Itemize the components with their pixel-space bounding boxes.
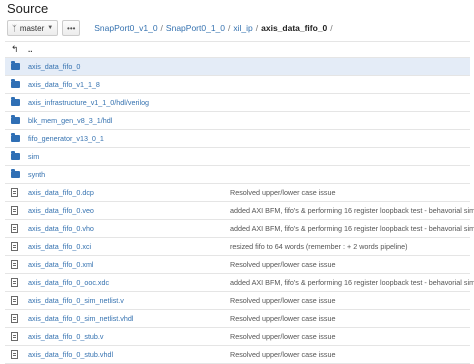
file-icon (11, 314, 21, 323)
file-link[interactable]: axis_data_fifo_0_stub.v (28, 332, 104, 341)
file-link[interactable]: axis_data_fifo_0.dcp (28, 188, 94, 197)
file-icon (11, 278, 21, 287)
folder-link[interactable]: synth (28, 170, 45, 179)
folder-icon (11, 79, 21, 88)
branch-selector-button[interactable]: ᛉ master ▼ (7, 20, 59, 36)
folder-row[interactable]: fifo_generator_v13_0_1 (5, 130, 470, 148)
commit-message: Resolved upper/lower case issue (230, 260, 336, 269)
file-row[interactable]: axis_data_fifo_0_stub.vhdl Resolved upper… (5, 346, 470, 364)
branch-icon: ᛉ (12, 23, 17, 33)
file-row[interactable]: axis_data_fifo_0_stub.v Resolved upper/lo… (5, 328, 470, 346)
folder-link[interactable]: sim (28, 152, 39, 161)
toolbar: ᛉ master ▼ ••• SnapPort0_v1_0 / SnapPort… (7, 19, 336, 37)
file-row[interactable]: axis_data_fifo_0_sim_netlist.v Resolved u… (5, 292, 470, 310)
commit-message: added AXI BFM, fifo's & performing 16 re… (230, 224, 474, 233)
parent-directory-link[interactable]: .. (28, 45, 32, 54)
breadcrumb-link[interactable]: xil_ip (233, 23, 252, 33)
branch-label: master (19, 23, 45, 33)
folder-icon (11, 97, 21, 106)
breadcrumb: SnapPort0_v1_0 / SnapPort0_1_0 / xil_ip … (94, 23, 335, 33)
arrow-up-icon: ↰ (11, 44, 19, 54)
file-row[interactable]: axis_data_fifo_0.xci resized fifo to 64 w… (5, 238, 470, 256)
file-link[interactable]: axis_data_fifo_0_sim_netlist.v (28, 296, 124, 305)
breadcrumb-separator: / (228, 23, 231, 33)
commit-message: Resolved upper/lower case issue (230, 188, 336, 197)
folder-link[interactable]: blk_mem_gen_v8_3_1/hdl (28, 116, 112, 125)
commit-message: Resolved upper/lower case issue (230, 350, 336, 359)
folder-row[interactable]: axis_data_fifo_v1_1_8 (5, 76, 470, 94)
file-icon (11, 224, 21, 233)
folder-row[interactable]: synth (5, 166, 470, 184)
folder-row[interactable]: blk_mem_gen_v8_3_1/hdl (5, 112, 470, 130)
breadcrumb-separator: / (160, 23, 163, 33)
folder-row[interactable]: axis_data_fifo_0 (5, 58, 470, 76)
file-row[interactable]: axis_data_fifo_0.veo added AXI BFM, fifo'… (5, 202, 474, 220)
folder-icon (11, 133, 21, 142)
file-row[interactable]: axis_data_fifo_0_sim_netlist.vhdl Resolve… (5, 310, 470, 328)
folder-link[interactable]: fifo_generator_v13_0_1 (28, 134, 104, 143)
file-icon (11, 296, 21, 305)
commit-message: Resolved upper/lower case issue (230, 296, 336, 305)
folder-icon (11, 169, 21, 178)
file-row[interactable]: axis_data_fifo_0.dcp Resolved upper/lower… (5, 184, 470, 202)
folder-icon (11, 115, 21, 124)
file-icon (11, 206, 21, 215)
file-icon (11, 350, 21, 359)
folder-icon (11, 151, 21, 160)
folder-row[interactable]: axis_infrastructure_v1_1_0/hdl/verilog (5, 94, 470, 112)
file-listing: ↰ .. axis_data_fifo_0 axis_data_fifo_v1_1… (5, 41, 474, 364)
page-title: Source (7, 1, 49, 16)
folder-link[interactable]: axis_infrastructure_v1_1_0/hdl/verilog (28, 98, 149, 107)
commit-message: Resolved upper/lower case issue (230, 314, 336, 323)
file-link[interactable]: axis_data_fifo_0.veo (28, 206, 94, 215)
breadcrumb-link[interactable]: SnapPort0_1_0 (166, 23, 225, 33)
file-link[interactable]: axis_data_fifo_0_ooc.xdc (28, 278, 109, 287)
folder-icon (11, 61, 21, 70)
file-icon (11, 188, 21, 197)
commit-message: resized fifo to 64 words (remember : + 2… (230, 242, 408, 251)
folder-row[interactable]: sim (5, 148, 470, 166)
file-icon (11, 260, 21, 269)
file-row[interactable]: axis_data_fifo_0.vho added AXI BFM, fifo'… (5, 220, 474, 238)
file-link[interactable]: axis_data_fifo_0_sim_netlist.vhdl (28, 314, 133, 323)
parent-directory-row[interactable]: ↰ .. (5, 42, 470, 58)
folder-link[interactable]: axis_data_fifo_v1_1_8 (28, 80, 100, 89)
file-link[interactable]: axis_data_fifo_0.xci (28, 242, 91, 251)
breadcrumb-separator: / (255, 23, 259, 33)
folder-link[interactable]: axis_data_fifo_0 (28, 62, 80, 71)
file-icon (11, 242, 21, 251)
breadcrumb-link[interactable]: SnapPort0_v1_0 (94, 23, 157, 33)
file-row[interactable]: axis_data_fifo_0.xml Resolved upper/lower… (5, 256, 470, 274)
chevron-down-icon: ▼ (47, 25, 54, 31)
file-link[interactable]: axis_data_fifo_0.xml (28, 260, 94, 269)
commit-message: added AXI BFM, fifo's & performing 16 re… (230, 278, 474, 287)
commit-message: Resolved upper/lower case issue (230, 332, 336, 341)
file-row[interactable]: axis_data_fifo_0_ooc.xdc added AXI BFM, f… (5, 274, 474, 292)
file-icon (11, 332, 21, 341)
breadcrumb-separator: / (330, 23, 333, 33)
commit-message: added AXI BFM, fifo's & performing 16 re… (230, 206, 474, 215)
breadcrumb-current: axis_data_fifo_0 (261, 23, 328, 33)
more-actions-button[interactable]: ••• (62, 20, 81, 36)
file-link[interactable]: axis_data_fifo_0_stub.vhdl (28, 350, 113, 359)
file-link[interactable]: axis_data_fifo_0.vho (28, 224, 94, 233)
